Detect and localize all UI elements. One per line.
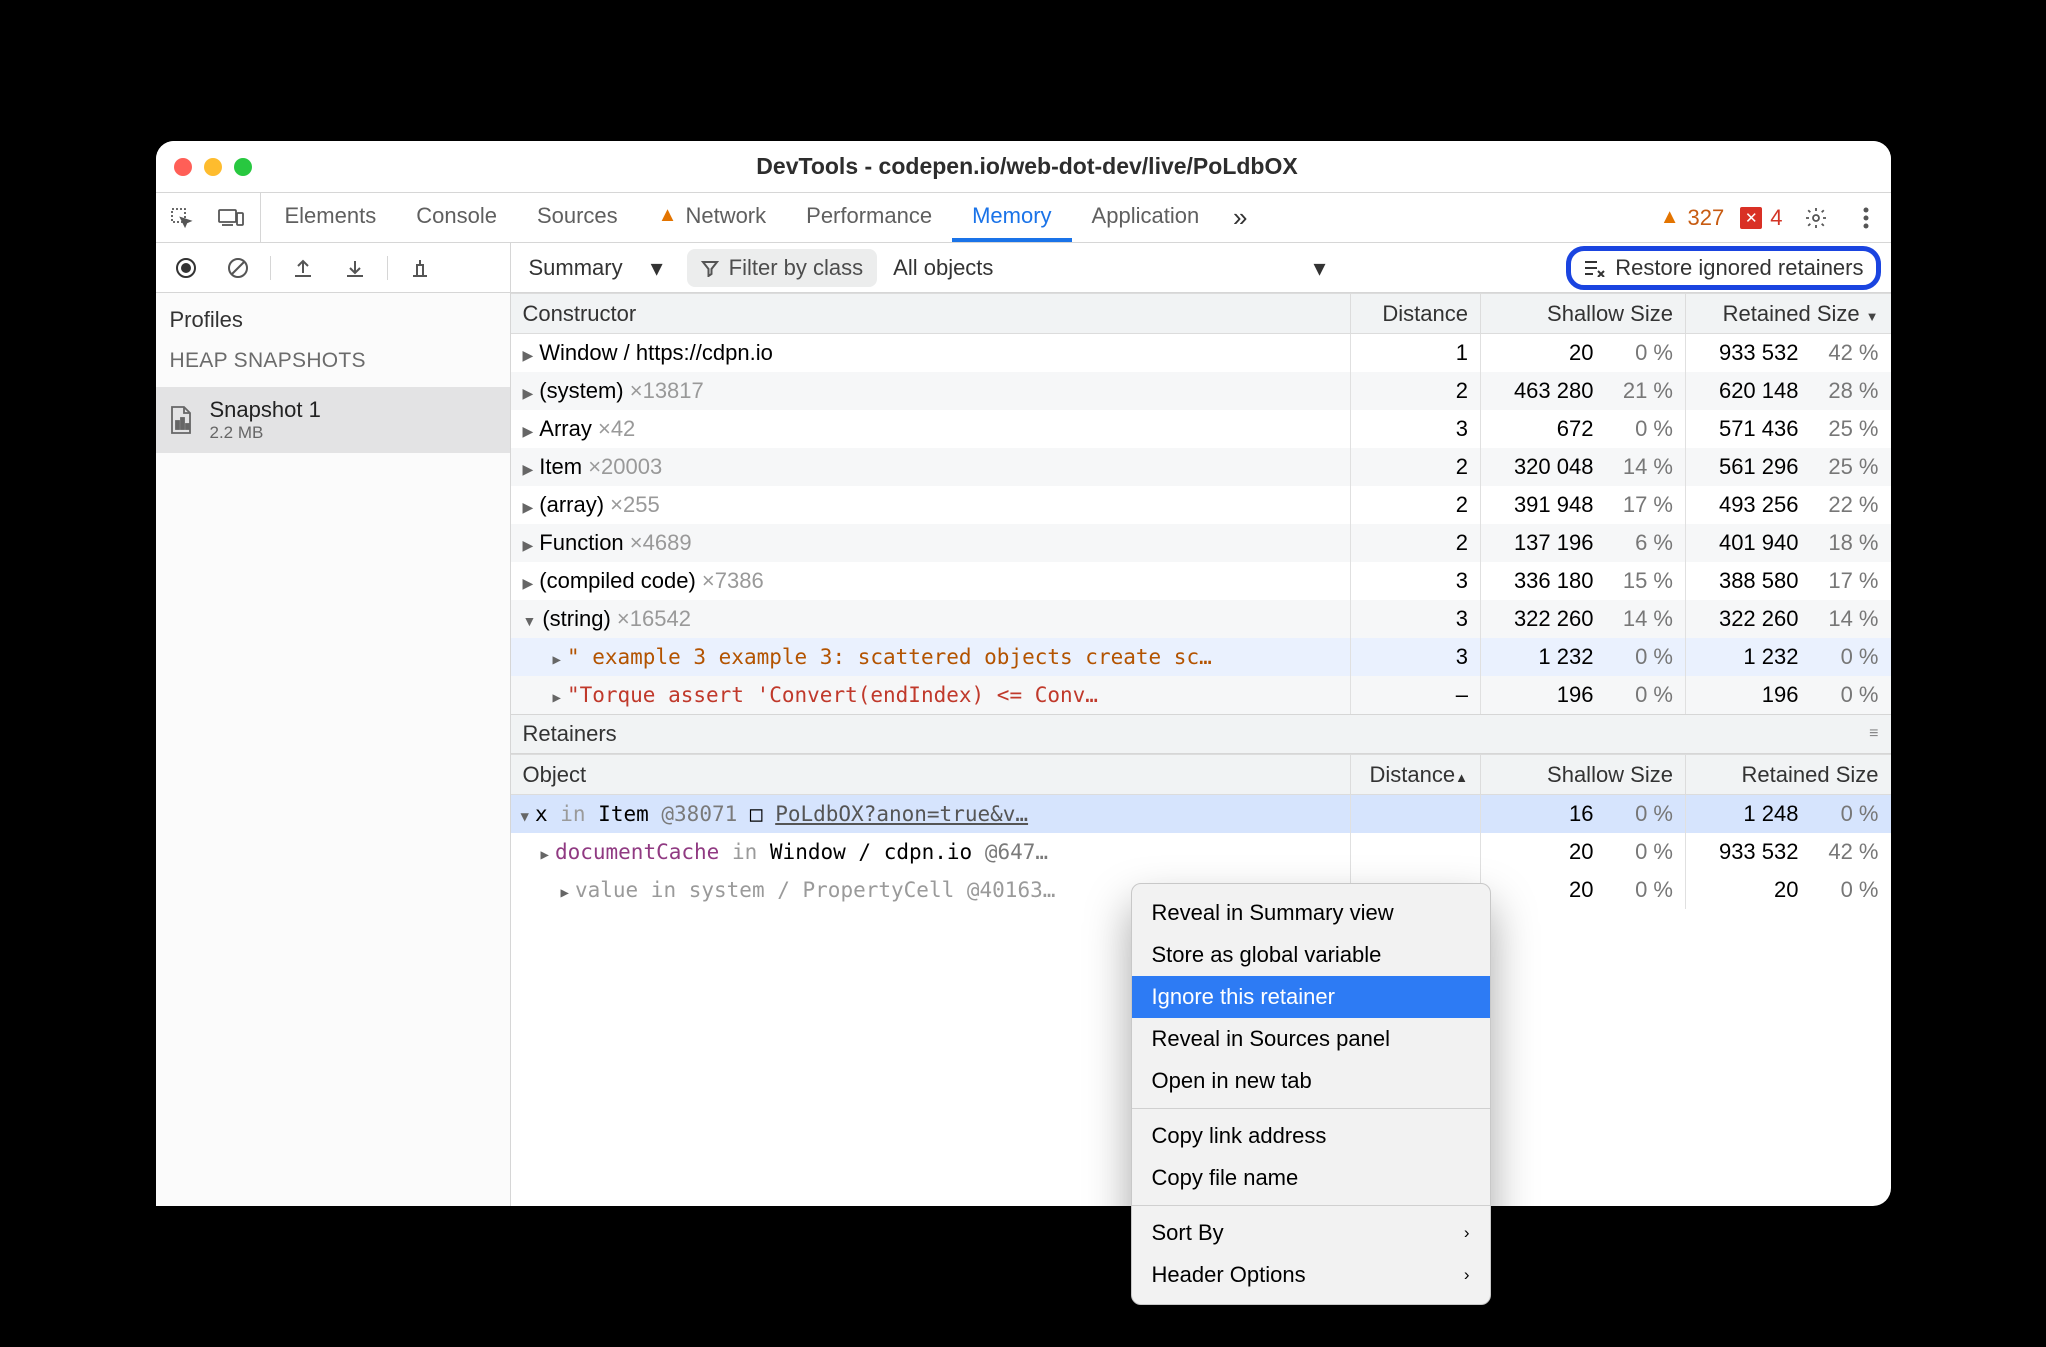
- drag-handle-icon[interactable]: ≡: [1869, 725, 1878, 743]
- col-retained[interactable]: Retained Size: [1685, 294, 1890, 334]
- more-tabs-icon[interactable]: »: [1219, 193, 1261, 242]
- col-distance[interactable]: Distance▲: [1350, 755, 1480, 795]
- context-menu-item[interactable]: Copy link address: [1132, 1115, 1490, 1157]
- filter-by-class[interactable]: Filter by class: [687, 249, 877, 287]
- tab-label: Memory: [972, 203, 1051, 229]
- col-shallow[interactable]: Shallow Size: [1480, 294, 1685, 334]
- record-icon[interactable]: [162, 257, 210, 279]
- tab-label: Performance: [806, 203, 932, 229]
- filter-placeholder: Filter by class: [729, 255, 863, 281]
- table-header-row: Object Distance▲ Shallow Size Retained S…: [511, 755, 1891, 795]
- table-header-row: Constructor Distance Shallow Size Retain…: [511, 294, 1891, 334]
- title-bar: DevTools - codepen.io/web-dot-dev/live/P…: [156, 141, 1891, 193]
- error-count[interactable]: ✕4: [1732, 193, 1790, 242]
- context-menu: Reveal in Summary viewStore as global va…: [1131, 883, 1491, 1305]
- col-shallow[interactable]: Shallow Size: [1480, 755, 1685, 795]
- context-menu-item[interactable]: Copy file name: [1132, 1157, 1490, 1199]
- save-icon[interactable]: [331, 257, 379, 279]
- tab-label: Elements: [285, 203, 377, 229]
- col-distance[interactable]: Distance: [1350, 294, 1480, 334]
- list-x-icon: [1583, 259, 1605, 277]
- tab-console[interactable]: Console: [396, 193, 517, 242]
- window-title: DevTools - codepen.io/web-dot-dev/live/P…: [252, 153, 1803, 180]
- tab-network[interactable]: ▲ Network: [638, 193, 786, 242]
- load-icon[interactable]: [279, 257, 327, 279]
- table-row[interactable]: ▶Array ×4236720 %571 43625 %: [511, 410, 1891, 448]
- kebab-menu-icon[interactable]: [1841, 193, 1891, 242]
- gc-icon[interactable]: [396, 257, 444, 279]
- perspective-dropdown[interactable]: All objects ▼: [893, 255, 1325, 281]
- error-icon: ✕: [1740, 207, 1762, 229]
- heap-snapshots-label: HEAP SNAPSHOTS: [156, 335, 510, 387]
- device-icon[interactable]: [206, 193, 256, 242]
- tab-memory[interactable]: Memory: [952, 193, 1071, 242]
- constructors-table: Constructor Distance Shallow Size Retain…: [511, 293, 1891, 714]
- snapshot-item[interactable]: Snapshot 1 2.2 MB: [156, 387, 510, 453]
- tab-application[interactable]: Application: [1072, 193, 1220, 242]
- profiles-sidebar: Profiles HEAP SNAPSHOTS Snapshot 1 2.2 M…: [156, 293, 511, 1206]
- tab-label: Sources: [537, 203, 618, 229]
- restore-ignored-retainers-button[interactable]: Restore ignored retainers: [1566, 246, 1880, 290]
- tab-label: Console: [416, 203, 497, 229]
- table-row[interactable]: ▶(array) ×2552391 94817 %493 25622 %: [511, 486, 1891, 524]
- settings-gear-icon[interactable]: [1791, 193, 1841, 242]
- context-menu-item[interactable]: Ignore this retainer: [1132, 976, 1490, 1018]
- table-row[interactable]: ▼x in Item @38071 □ PoLdbOX?anon=true&v……: [511, 795, 1891, 834]
- tab-sources[interactable]: Sources: [517, 193, 638, 242]
- warning-icon: ▲: [658, 204, 678, 227]
- warning-count[interactable]: ▲ 327: [1652, 193, 1733, 242]
- context-menu-item[interactable]: Open in new tab: [1132, 1060, 1490, 1102]
- minimize-icon[interactable]: [204, 158, 222, 176]
- table-row[interactable]: ▼(string) ×165423322 26014 %322 26014 %: [511, 600, 1891, 638]
- table-row[interactable]: ▶Window / https://cdpn.io 1200 %933 5324…: [511, 334, 1891, 373]
- col-retained[interactable]: Retained Size: [1685, 755, 1890, 795]
- close-icon[interactable]: [174, 158, 192, 176]
- view-dropdown[interactable]: Summary ▼: [521, 255, 671, 281]
- button-label: Restore ignored retainers: [1615, 255, 1863, 281]
- retainers-header[interactable]: Retainers ≡: [511, 714, 1891, 754]
- dropdown-label: All objects: [893, 255, 993, 281]
- table-row[interactable]: ▶Item ×200032320 04814 %561 29625 %: [511, 448, 1891, 486]
- tab-label: Network: [685, 203, 766, 229]
- warning-icon: ▲: [1660, 206, 1680, 229]
- col-object[interactable]: Object: [511, 755, 1351, 795]
- devtools-window: DevTools - codepen.io/web-dot-dev/live/P…: [156, 141, 1891, 1206]
- window-controls: [174, 158, 252, 176]
- context-menu-item[interactable]: Reveal in Summary view: [1132, 892, 1490, 934]
- retainers-label: Retainers: [523, 721, 617, 747]
- chevron-down-icon: ▼: [1313, 256, 1325, 280]
- memory-toolbar: Summary ▼ Filter by class All objects ▼ …: [156, 243, 1891, 293]
- context-menu-item[interactable]: Reveal in Sources panel: [1132, 1018, 1490, 1060]
- count-value: 4: [1770, 205, 1782, 231]
- table-row[interactable]: ▶documentCache in Window / cdpn.io @647……: [511, 833, 1891, 871]
- context-menu-item[interactable]: Store as global variable: [1132, 934, 1490, 976]
- tab-elements[interactable]: Elements: [265, 193, 397, 242]
- table-row[interactable]: ▶Function ×46892137 1966 %401 94018 %: [511, 524, 1891, 562]
- profiles-heading: Profiles: [156, 293, 510, 335]
- context-menu-item[interactable]: Header Options›: [1132, 1254, 1490, 1296]
- snapshot-icon: [168, 405, 198, 435]
- col-constructor[interactable]: Constructor: [511, 294, 1351, 334]
- clear-icon[interactable]: [214, 257, 262, 279]
- snapshot-name: Snapshot 1: [210, 397, 321, 423]
- tab-label: Application: [1092, 203, 1200, 229]
- table-row[interactable]: ▶(system) ×138172463 28021 %620 14828 %: [511, 372, 1891, 410]
- context-menu-item[interactable]: Sort By›: [1132, 1212, 1490, 1254]
- zoom-icon[interactable]: [234, 158, 252, 176]
- memory-body: Profiles HEAP SNAPSHOTS Snapshot 1 2.2 M…: [156, 293, 1891, 1206]
- filter-icon: [701, 259, 719, 277]
- table-row[interactable]: ▶"Torque assert 'Convert(endIndex) <= Co…: [511, 676, 1891, 714]
- snapshot-size: 2.2 MB: [210, 423, 321, 443]
- count-value: 327: [1688, 205, 1725, 231]
- panel-tab-bar: Elements Console Sources ▲ Network Perfor…: [156, 193, 1891, 243]
- chevron-down-icon: ▼: [651, 256, 663, 280]
- table-row[interactable]: ▶" example 3 example 3: scattered object…: [511, 638, 1891, 676]
- tab-performance[interactable]: Performance: [786, 193, 952, 242]
- table-row[interactable]: ▶(compiled code) ×73863336 18015 %388 58…: [511, 562, 1891, 600]
- inspect-icon[interactable]: [156, 193, 206, 242]
- dropdown-label: Summary: [529, 255, 623, 281]
